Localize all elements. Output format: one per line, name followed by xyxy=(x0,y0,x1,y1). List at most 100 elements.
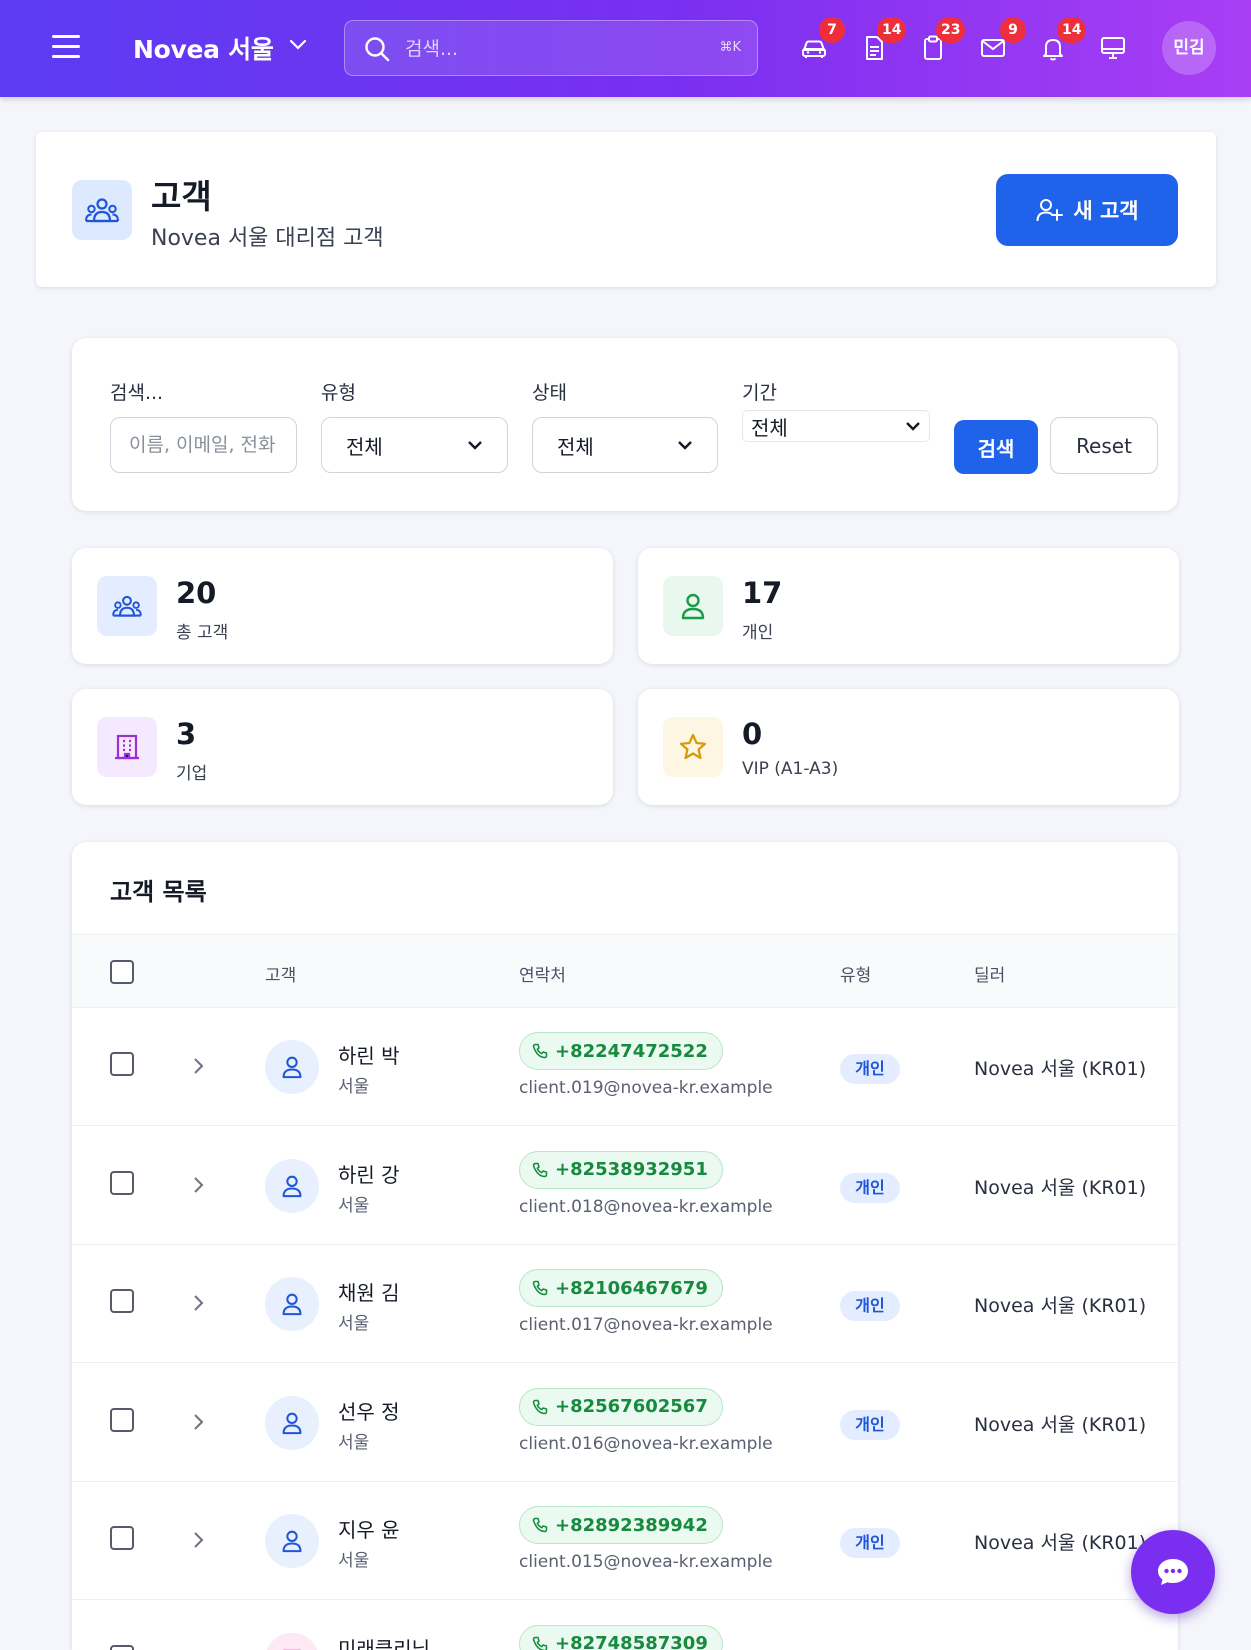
table-row[interactable]: 미래클리닉 +82748587309 xyxy=(72,1601,1178,1650)
status-select-value: 전체 xyxy=(557,434,594,459)
period-filter-label: 기간 xyxy=(742,382,777,404)
period-select-value: 전체 xyxy=(751,415,788,440)
new-client-label: 새 고객 xyxy=(1073,199,1139,223)
type-badge: 개인 xyxy=(840,1291,900,1321)
top-navigation-bar: Novea 서울 ⌘K 7 14 23 9 14 민김 xyxy=(0,0,1251,97)
client-email[interactable]: client.018@novea-kr.example xyxy=(519,1197,773,1217)
phone-number: +82892389942 xyxy=(555,1514,708,1536)
chevron-right-icon[interactable] xyxy=(192,1412,206,1432)
column-type[interactable]: 유형 xyxy=(840,961,871,986)
search-filter-label: 검색... xyxy=(110,382,164,404)
chevron-right-icon[interactable] xyxy=(192,1530,206,1550)
type-filter-label: 유형 xyxy=(321,382,356,404)
chevron-right-icon[interactable] xyxy=(192,1056,206,1076)
stat-card-corporate: 3 기업 xyxy=(72,689,613,805)
select-all-checkbox[interactable] xyxy=(110,960,134,984)
building-icon xyxy=(265,1632,319,1650)
global-search[interactable]: ⌘K xyxy=(344,20,758,76)
stat-corporate-value: 3 xyxy=(176,717,197,751)
dealer-name: Novea 서울 (KR01) xyxy=(974,1295,1147,1317)
type-badge: 개인 xyxy=(840,1054,900,1084)
monitor-icon[interactable] xyxy=(1098,33,1128,63)
table-row[interactable]: 채원 김 서울 +82106467679 client.017@novea-kr.ex… xyxy=(72,1245,1178,1363)
dealer-name: Novea 서울 (KR01) xyxy=(974,1532,1147,1554)
phone-icon xyxy=(532,1517,548,1533)
period-select[interactable]: 전체 xyxy=(742,410,930,442)
new-client-button[interactable]: 새 고객 xyxy=(996,174,1178,246)
column-client[interactable]: 고객 xyxy=(265,961,296,986)
car-badge: 7 xyxy=(819,17,845,43)
user-icon xyxy=(265,1395,319,1450)
client-email[interactable]: client.015@novea-kr.example xyxy=(519,1552,773,1572)
client-email[interactable]: client.019@novea-kr.example xyxy=(519,1078,773,1098)
dealer-name: Novea 서울 (KR01) xyxy=(974,1058,1147,1080)
phone-chip[interactable]: +82892389942 xyxy=(519,1506,723,1544)
status-filter-label: 상태 xyxy=(532,382,567,404)
user-plus-icon xyxy=(1036,199,1064,222)
phone-icon xyxy=(532,1399,548,1414)
stat-vip-value: 0 xyxy=(742,717,763,751)
phone-icon xyxy=(532,1636,548,1650)
phone-chip[interactable]: +82748587309 xyxy=(519,1624,723,1650)
client-email[interactable]: client.016@novea-kr.example xyxy=(519,1434,773,1454)
user-avatar[interactable]: 민김 xyxy=(1162,21,1216,75)
users-icon xyxy=(72,180,132,240)
search-button[interactable]: 검색 xyxy=(954,420,1038,474)
phone-icon xyxy=(532,1162,548,1177)
stat-card-total: 20 총 고객 xyxy=(72,548,613,664)
table-row[interactable]: 하린 박 서울 +82247472522 client.019@novea-kr.ex… xyxy=(72,1008,1178,1126)
client-city: 서울 xyxy=(338,1195,370,1216)
client-email[interactable]: client.017@novea-kr.example xyxy=(519,1315,773,1335)
table-header: 고객 연락처 유형 딜러 xyxy=(72,934,1178,1008)
dealer-switcher-label[interactable]: Novea 서울 xyxy=(133,30,274,66)
row-checkbox[interactable] xyxy=(110,1289,134,1313)
menu-icon[interactable] xyxy=(52,35,80,59)
phone-icon xyxy=(532,1043,548,1059)
row-checkbox[interactable] xyxy=(110,1407,134,1432)
chevron-right-icon[interactable] xyxy=(192,1293,206,1313)
client-name[interactable]: 지우 윤 xyxy=(338,1514,400,1543)
table-row[interactable]: 선우 정 서울 +82567602567 client.016@novea-kr.ex… xyxy=(72,1364,1178,1482)
client-name[interactable]: 하린 박 xyxy=(338,1040,400,1069)
table-row[interactable]: 지우 윤서울 +82892389942 client.015@novea-kr.ex… xyxy=(72,1482,1178,1600)
phone-chip[interactable]: +82567602567 xyxy=(519,1387,723,1426)
status-select[interactable]: 전체 xyxy=(532,417,718,473)
client-name[interactable]: 선우 정 xyxy=(338,1396,400,1425)
row-checkbox[interactable] xyxy=(110,1052,134,1076)
stat-card-individual: 17 개인 xyxy=(638,548,1179,664)
chevron-down-icon xyxy=(678,441,692,450)
client-name[interactable]: 채원 김 xyxy=(338,1277,400,1306)
page-header: 고객 Novea 서울 대리점 고객 새 고객 xyxy=(36,132,1216,287)
type-badge: 개인 xyxy=(840,1172,900,1203)
client-city: 서울 xyxy=(338,1551,370,1571)
type-select[interactable]: 전체 xyxy=(321,417,508,473)
phone-chip[interactable]: +82538932951 xyxy=(519,1150,723,1189)
client-name[interactable]: 하린 강 xyxy=(338,1159,400,1188)
phone-chip[interactable]: +82106467679 xyxy=(519,1269,723,1307)
dealer-name: Novea 서울 (KR01) xyxy=(974,1176,1147,1199)
column-contact[interactable]: 연락처 xyxy=(519,961,566,986)
client-search-input[interactable] xyxy=(110,417,297,473)
global-search-input[interactable] xyxy=(405,36,695,62)
client-list-title: 고객 목록 xyxy=(110,878,207,906)
star-icon xyxy=(663,717,723,777)
phone-number: +82567602567 xyxy=(555,1396,708,1417)
user-icon xyxy=(265,1040,319,1094)
column-dealer[interactable]: 딜러 xyxy=(974,961,1005,986)
row-checkbox[interactable] xyxy=(110,1644,134,1650)
reset-button[interactable]: Reset xyxy=(1050,417,1158,474)
chevron-right-icon[interactable] xyxy=(192,1175,206,1195)
phone-number: +82106467679 xyxy=(555,1277,708,1299)
chevron-down-icon xyxy=(468,441,482,450)
row-checkbox[interactable] xyxy=(110,1526,134,1550)
user-icon xyxy=(663,576,723,636)
table-row[interactable]: 하린 강서울 +82538932951 client.018@novea-kr.ex… xyxy=(72,1127,1178,1245)
phone-chip[interactable]: +82247472522 xyxy=(519,1032,723,1070)
clipboard-badge: 23 xyxy=(936,17,966,43)
chat-button[interactable] xyxy=(1131,1530,1215,1614)
client-name[interactable]: 미래클리닉 xyxy=(338,1633,430,1650)
stat-total-value: 20 xyxy=(176,576,217,610)
chevron-down-icon[interactable] xyxy=(288,38,308,52)
stat-corporate-label: 기업 xyxy=(176,764,208,784)
row-checkbox[interactable] xyxy=(110,1170,134,1195)
